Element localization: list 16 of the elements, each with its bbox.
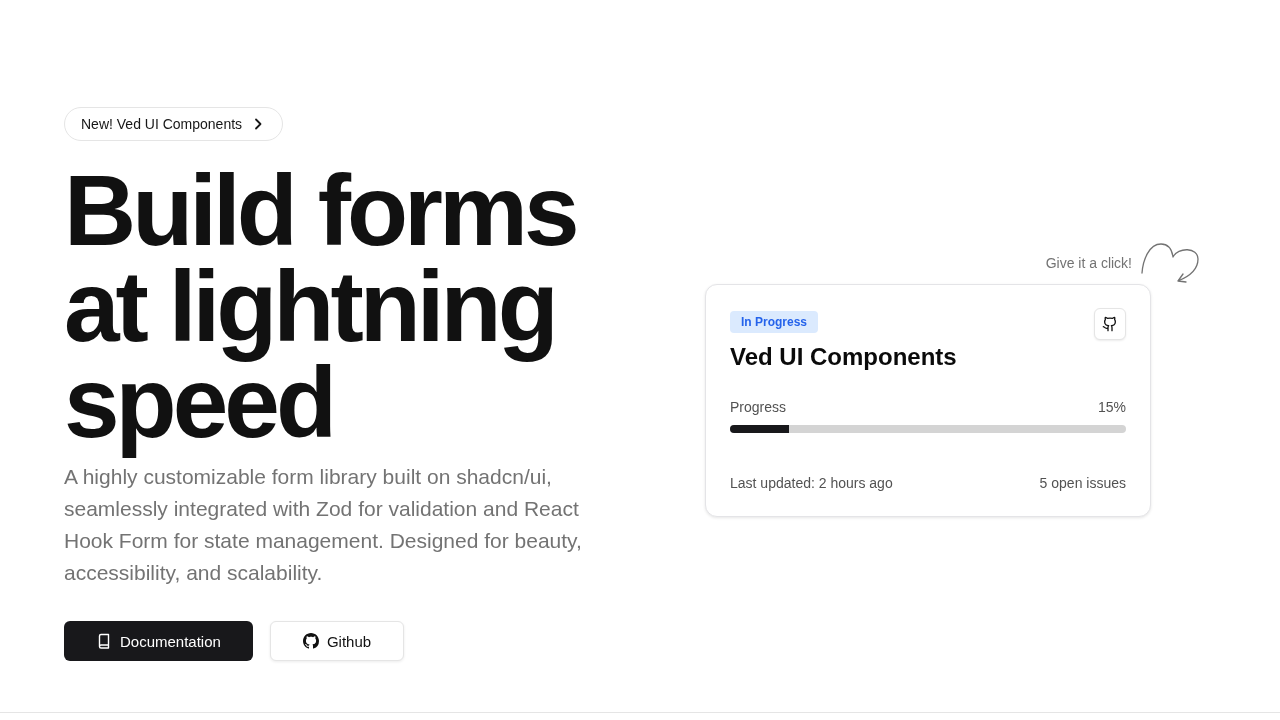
- curved-arrow-icon: [1140, 242, 1200, 284]
- hero-headline: Build forms at lightning speed: [64, 162, 577, 460]
- book-icon: [96, 633, 112, 649]
- hero-description: A highly customizable form library built on shadcn/ui, seamlessly integrated with Zod for validation and React Hook Form for state management. Designed for beauty, accessibility, and scalability.: [64, 464, 583, 586]
- github-icon: [1102, 316, 1118, 332]
- project-title: Ved UI Components: [730, 342, 957, 372]
- progress-label: Progress: [730, 398, 787, 417]
- status-badge: In Progress: [730, 311, 819, 333]
- github-icon: [302, 633, 319, 649]
- hint-text: Give it a click!: [1045, 255, 1132, 271]
- last-updated-text: Last updated: 2 hours ago: [730, 474, 893, 493]
- open-issues-count: 5 open issues: [1039, 474, 1126, 493]
- github-button[interactable]: Github: [269, 621, 405, 661]
- documentation-button[interactable]: Documentation: [64, 621, 253, 661]
- progress-reading: 15%: [1097, 398, 1126, 417]
- github-link-button[interactable]: [1094, 308, 1126, 340]
